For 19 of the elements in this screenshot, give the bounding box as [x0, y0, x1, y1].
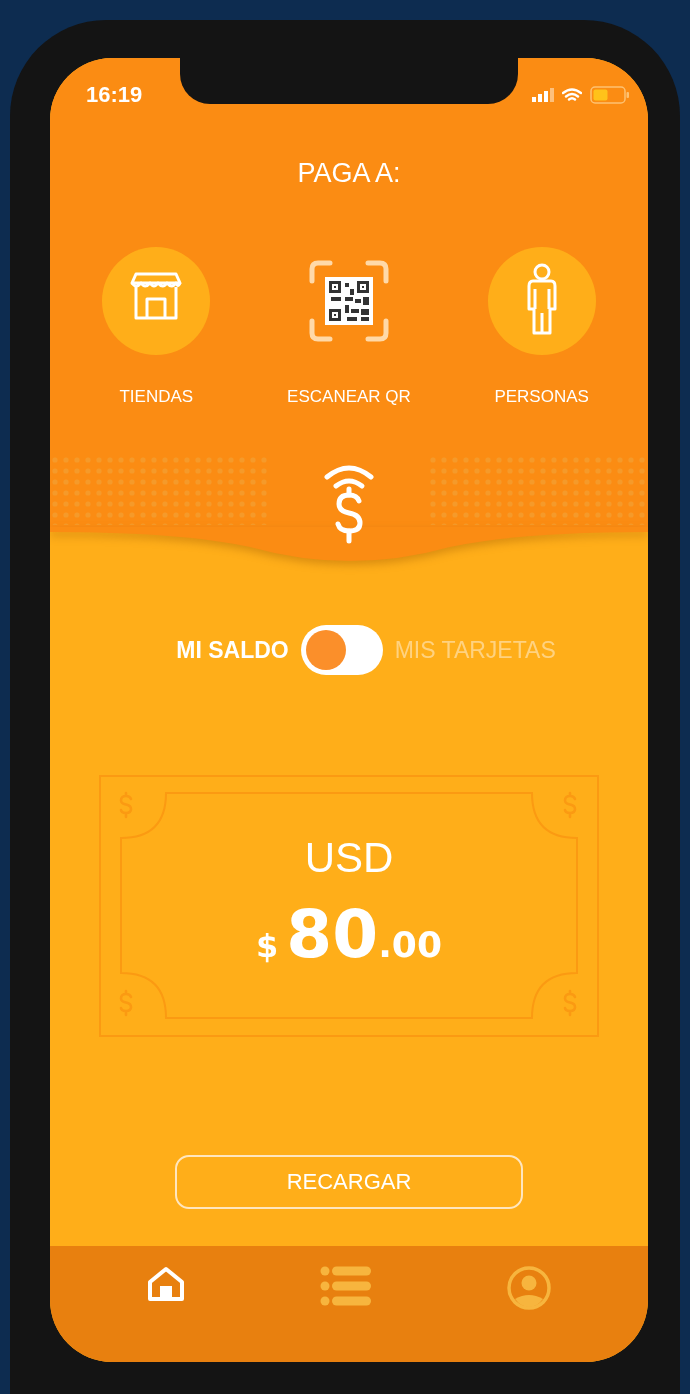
person-icon[interactable]: [487, 247, 596, 355]
pay-option-label[interactable]: TIENDAS: [119, 387, 194, 407]
pay-to-heading: PAGA A:: [297, 158, 401, 189]
home-icon: [147, 1266, 186, 1302]
recharge-button[interactable]: RECARGAR: [175, 1155, 523, 1209]
toggle-label[interactable]: MI SALDO: [176, 636, 289, 664]
wifi-icon: [562, 87, 582, 103]
pay-option-label[interactable]: ESCANEAR QR: [287, 387, 411, 407]
currency-code: USD: [304, 833, 394, 882]
balance-amount: $80.00: [256, 895, 442, 973]
battery-icon: [590, 86, 630, 104]
status-time: 16:19: [86, 82, 143, 108]
profile-icon: [506, 1266, 551, 1310]
signal-icon: [532, 88, 554, 102]
store-icon[interactable]: [102, 247, 211, 355]
toggle-label[interactable]: MIS TARJETAS: [394, 636, 556, 664]
pay-option-label[interactable]: PERSONAS: [494, 387, 589, 407]
list-icon: [320, 1266, 372, 1306]
balance-switch[interactable]: [300, 625, 383, 675]
